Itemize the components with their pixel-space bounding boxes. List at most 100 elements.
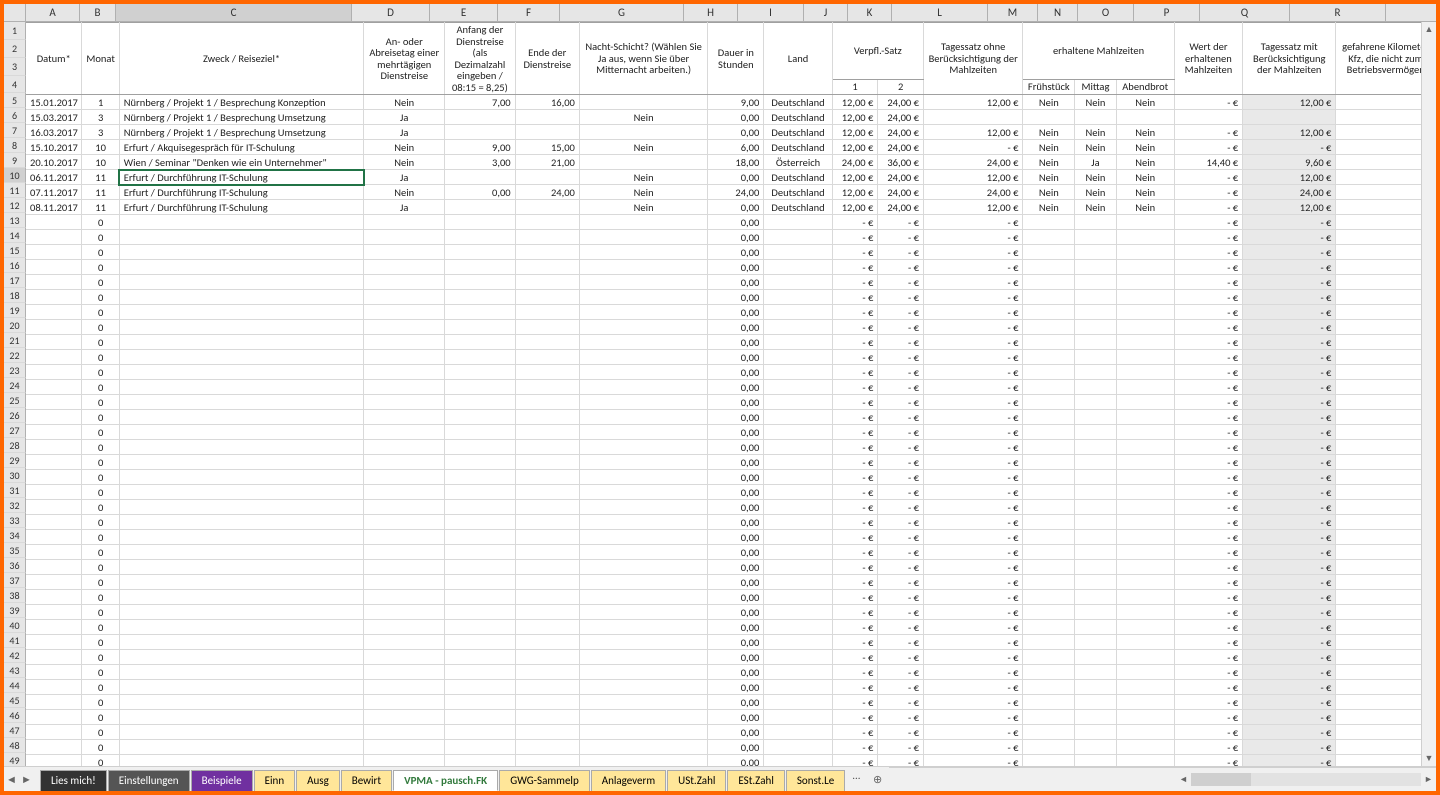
cell[interactable]: - € [1243,320,1336,335]
table-row[interactable]: 15.03.20173Nürnberg / Projekt 1 / Bespre… [26,110,1436,125]
cell[interactable] [1075,320,1116,335]
cell[interactable] [764,290,832,305]
cell[interactable]: 0 [82,680,119,695]
cell[interactable] [579,560,708,575]
cell[interactable] [26,320,82,335]
cell[interactable] [515,620,579,635]
cell[interactable] [1023,215,1075,230]
cell[interactable] [1075,350,1116,365]
cell[interactable]: - € [1243,380,1336,395]
cell[interactable]: 18,00 [708,155,764,170]
cell[interactable]: - € [878,455,924,470]
cell[interactable]: - € [878,560,924,575]
cell[interactable]: - € [1174,260,1242,275]
cell[interactable] [764,545,832,560]
table-row[interactable]: 00,00- €- €- €- €- € [26,305,1436,320]
cell[interactable]: 0 [82,500,119,515]
row-header-20[interactable]: 20 [4,318,26,333]
cell[interactable] [445,320,515,335]
table-row[interactable]: 00,00- €- €- €- €- € [26,545,1436,560]
cell[interactable] [515,560,579,575]
cell[interactable] [445,515,515,530]
cell[interactable] [1116,380,1174,395]
cell[interactable] [364,575,445,590]
column-header-L[interactable]: L [892,4,988,21]
cell[interactable]: - € [832,755,878,766]
cell[interactable]: - € [1243,485,1336,500]
cell[interactable] [119,245,364,260]
cell[interactable]: - € [878,245,924,260]
cell[interactable]: 0 [82,755,119,766]
cell[interactable]: - € [923,620,1022,635]
cell[interactable]: - € [1243,215,1336,230]
row-header-7[interactable]: 7 [4,123,26,138]
cell[interactable]: 12,00 € [832,125,878,140]
cell[interactable] [764,305,832,320]
cell[interactable]: 15.10.2017 [26,140,82,155]
row-header-44[interactable]: 44 [4,678,26,693]
cell[interactable] [579,500,708,515]
cell[interactable]: - € [878,725,924,740]
tab-nav-right-icon[interactable]: ► [19,767,34,791]
cell[interactable] [119,635,364,650]
cell[interactable]: 12,00 € [1243,200,1336,215]
cell[interactable] [1116,680,1174,695]
cell[interactable]: 12,00 € [923,200,1022,215]
cell[interactable]: - € [832,455,878,470]
cell[interactable] [579,95,708,110]
cell[interactable]: 0,00 [708,755,764,766]
cell[interactable] [26,470,82,485]
cell[interactable] [515,410,579,425]
cell[interactable] [1023,560,1075,575]
cell[interactable] [364,260,445,275]
cell[interactable] [579,455,708,470]
cell[interactable] [1023,335,1075,350]
cell[interactable]: 12,00 € [832,185,878,200]
cell[interactable] [26,290,82,305]
cell[interactable] [119,230,364,245]
cell[interactable]: Nein [1023,200,1075,215]
cell[interactable] [445,275,515,290]
cell[interactable] [26,230,82,245]
cell[interactable]: 0 [82,695,119,710]
cell[interactable]: 12,00 € [1243,125,1336,140]
cell[interactable]: 0 [82,290,119,305]
cell[interactable] [119,320,364,335]
cell[interactable] [26,365,82,380]
cell[interactable]: Nein [364,185,445,200]
cell[interactable] [119,335,364,350]
cell[interactable] [445,650,515,665]
cell[interactable]: - € [1174,695,1242,710]
cell[interactable] [764,245,832,260]
cell[interactable] [1116,230,1174,245]
cell[interactable]: - € [1243,455,1336,470]
cell[interactable] [1075,230,1116,245]
cell[interactable] [119,215,364,230]
table-row[interactable]: 00,00- €- €- €- €- € [26,665,1436,680]
cell[interactable] [1116,110,1174,125]
cell[interactable] [515,530,579,545]
row-header-41[interactable]: 41 [4,633,26,648]
cell[interactable] [1075,710,1116,725]
sheet-tab[interactable]: Sonst.Le [786,770,845,791]
cell[interactable]: - € [1174,215,1242,230]
cell[interactable] [1075,740,1116,755]
cell[interactable]: - € [1243,245,1336,260]
cell[interactable]: 0,00 [708,725,764,740]
table-row[interactable]: 00,00- €- €- €- €- € [26,335,1436,350]
cell[interactable]: - € [923,215,1022,230]
cell[interactable]: - € [878,320,924,335]
cell[interactable]: 0 [82,485,119,500]
cell[interactable]: - € [923,500,1022,515]
cell[interactable]: 24,00 € [878,125,924,140]
cell[interactable] [119,545,364,560]
hscroll-left-icon[interactable]: ◄ [1176,772,1191,787]
cell[interactable] [579,155,708,170]
cell[interactable]: 0,00 [708,350,764,365]
cell[interactable] [26,665,82,680]
cell[interactable] [1075,590,1116,605]
cell[interactable] [364,395,445,410]
cell[interactable] [515,110,579,125]
cell[interactable] [445,380,515,395]
cell[interactable] [1023,290,1075,305]
